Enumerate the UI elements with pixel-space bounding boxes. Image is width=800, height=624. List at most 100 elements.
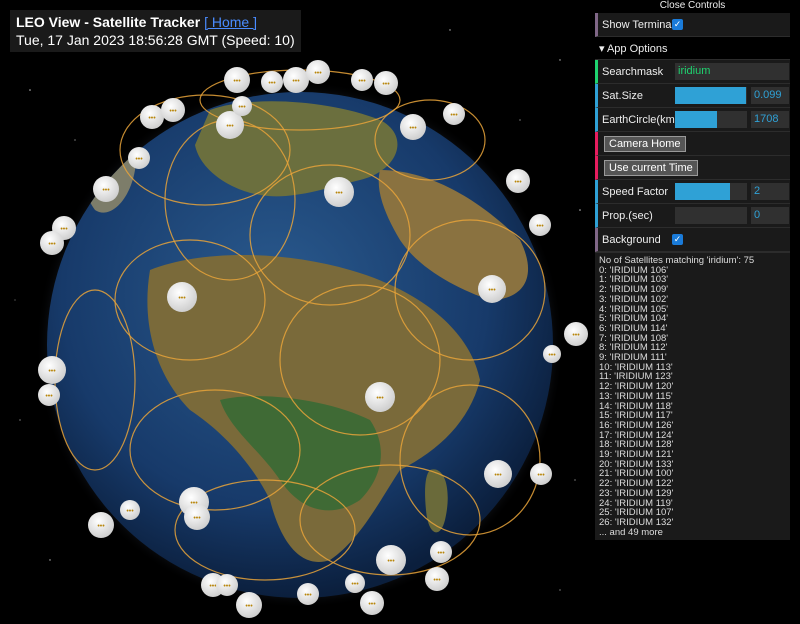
svg-text:•••: ••• [514, 179, 522, 186]
svg-text:•••: ••• [572, 332, 580, 339]
searchmask-input[interactable]: iridium [675, 63, 789, 80]
close-controls-button[interactable]: Close Controls [595, 0, 790, 13]
svg-text:•••: ••• [376, 395, 384, 402]
terminal-more: ... and 49 more [599, 526, 663, 538]
satellite-marker: ••• [564, 322, 588, 346]
camera-home-button[interactable]: Camera Home [604, 135, 686, 152]
svg-text:•••: ••• [169, 108, 177, 115]
svg-text:•••: ••• [102, 187, 110, 194]
svg-text:•••: ••• [245, 603, 253, 610]
show-terminal-row[interactable]: Show Terminal ✓ [595, 13, 790, 37]
earth-circle-slider[interactable] [675, 111, 747, 128]
satellite-marker: ••• [184, 504, 210, 530]
svg-text:•••: ••• [193, 515, 201, 522]
satellite-marker: ••• [365, 382, 395, 412]
svg-text:•••: ••• [45, 393, 53, 400]
sat-size-slider[interactable] [675, 87, 747, 104]
satellite-marker: ••• [297, 583, 319, 605]
svg-text:•••: ••• [238, 104, 246, 111]
prop-slider[interactable] [675, 207, 747, 224]
sat-size-row: Sat.Size 0.099 [595, 84, 790, 108]
satellite-marker: ••• [425, 567, 449, 591]
terminal-output: No of Satellites matching 'iridium': 75 … [595, 252, 790, 541]
svg-text:•••: ••• [292, 78, 300, 85]
satellite-marker: ••• [161, 98, 185, 122]
svg-text:•••: ••• [450, 112, 458, 119]
svg-text:•••: ••• [135, 156, 143, 163]
show-terminal-label: Show Terminal [602, 18, 674, 31]
speed-factor-row: Speed Factor 2 [595, 180, 790, 204]
satellite-marker: ••• [224, 67, 250, 93]
home-link[interactable]: [ Home ] [204, 14, 257, 30]
svg-text:•••: ••• [223, 583, 231, 590]
satellite-marker: ••• [306, 60, 330, 84]
svg-text:•••: ••• [48, 368, 56, 375]
svg-text:•••: ••• [97, 523, 105, 530]
svg-text:•••: ••• [314, 70, 322, 77]
sat-size-label: Sat.Size [602, 89, 643, 102]
satellite-marker: ••• [484, 460, 512, 488]
earth-circle-slider-fill [675, 111, 717, 128]
current-time-row: Use current Time [595, 156, 790, 180]
sat-size-slider-fill [675, 87, 746, 104]
satellite-marker: ••• [40, 231, 64, 255]
satellite-marker: ••• [376, 545, 406, 575]
prop-label: Prop.(sec) [602, 209, 653, 222]
svg-text:•••: ••• [536, 223, 544, 230]
earth-circle-input[interactable]: 1708 [751, 111, 789, 128]
svg-text:•••: ••• [368, 601, 376, 608]
satellite-list: 0: 'IRIDIUM 106' 1: 'IRIDIUM 103' 2: 'IRID… [599, 265, 786, 528]
satellite-marker: ••• [120, 500, 140, 520]
satellite-marker: ••• [88, 512, 114, 538]
svg-text:•••: ••• [548, 352, 556, 359]
searchmask-row: Searchmask iridium [595, 60, 790, 84]
satellite-marker: ••• [232, 96, 252, 116]
satellite-marker: ••• [93, 176, 119, 202]
satellite-marker: ••• [530, 463, 552, 485]
background-checkbox[interactable]: ✓ [672, 234, 683, 245]
satellite-marker: ••• [360, 591, 384, 615]
svg-text:•••: ••• [233, 78, 241, 85]
show-terminal-checkbox[interactable]: ✓ [672, 19, 683, 30]
background-label: Background [602, 233, 661, 246]
prop-input[interactable]: 0 [751, 207, 789, 224]
speed-factor-input[interactable]: 2 [751, 183, 789, 200]
svg-text:•••: ••• [335, 190, 343, 197]
camera-home-row: Camera Home [595, 132, 790, 156]
satellite-marker: ••• [140, 105, 164, 129]
speed-factor-label: Speed Factor [602, 185, 669, 198]
background-row[interactable]: Background ✓ [595, 228, 790, 252]
satellite-marker: ••• [529, 214, 551, 236]
svg-text:•••: ••• [148, 115, 156, 122]
satellite-marker: ••• [38, 356, 66, 384]
svg-text:•••: ••• [209, 583, 217, 590]
satellite-marker: ••• [38, 384, 60, 406]
satellite-marker: ••• [167, 282, 197, 312]
satellite-marker: ••• [400, 114, 426, 140]
satellite-marker: ••• [351, 69, 373, 91]
earth-circle-label: EarthCircle(km) [602, 113, 679, 126]
svg-text:•••: ••• [409, 125, 417, 132]
satellite-marker: ••• [430, 541, 452, 563]
sat-size-input[interactable]: 0.099 [751, 87, 789, 104]
svg-text:•••: ••• [387, 558, 395, 565]
satellite-marker: ••• [261, 71, 283, 93]
svg-text:•••: ••• [48, 241, 56, 248]
earth-circle-row: EarthCircle(km) 1708 [595, 108, 790, 132]
use-current-time-button[interactable]: Use current Time [604, 159, 698, 176]
svg-text:•••: ••• [268, 80, 276, 87]
svg-text:•••: ••• [433, 577, 441, 584]
svg-text:•••: ••• [126, 508, 134, 515]
satellite-marker: ••• [506, 169, 530, 193]
speed-factor-slider-fill [675, 183, 730, 200]
app-options-folder[interactable]: ▾ App Options [595, 37, 790, 60]
svg-text:•••: ••• [382, 81, 390, 88]
speed-factor-slider[interactable] [675, 183, 747, 200]
svg-text:•••: ••• [351, 581, 359, 588]
prop-row: Prop.(sec) 0 [595, 204, 790, 228]
searchmask-label: Searchmask [602, 65, 664, 78]
satellite-marker: ••• [345, 573, 365, 593]
satellite-marker: ••• [324, 177, 354, 207]
satellite-marker: ••• [236, 592, 262, 618]
satellite-marker: ••• [478, 275, 506, 303]
